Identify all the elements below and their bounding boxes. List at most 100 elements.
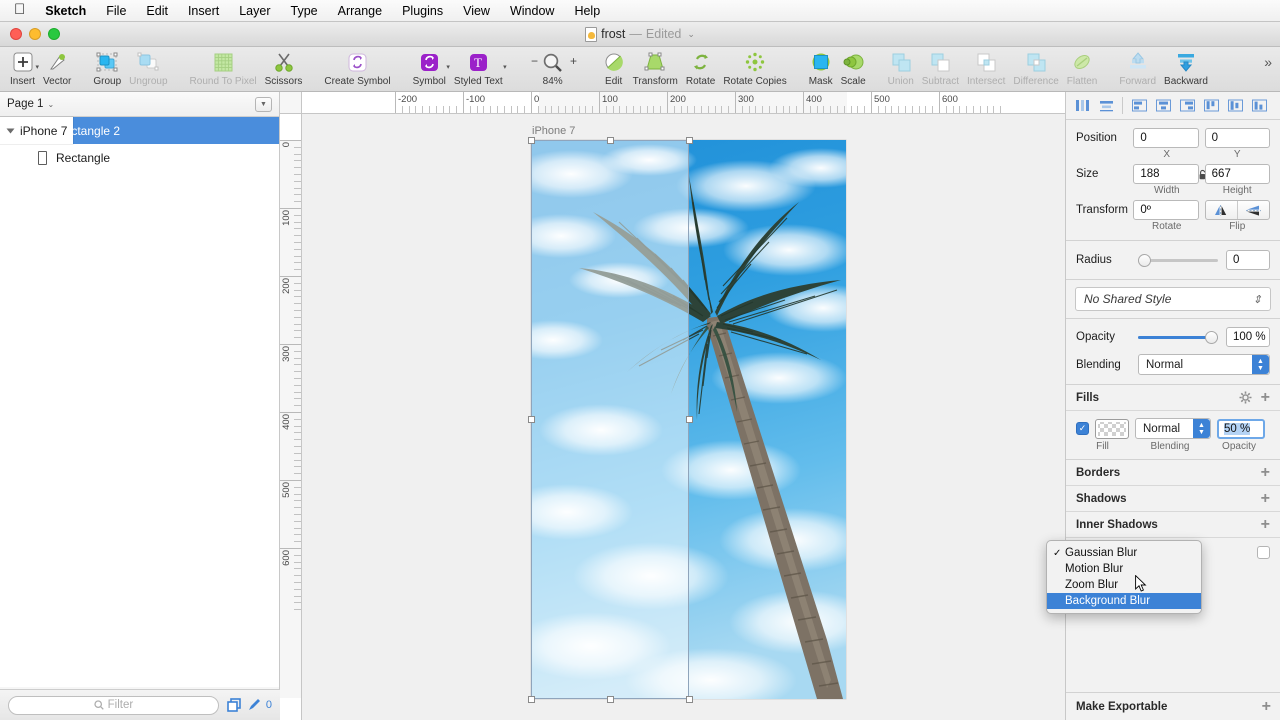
- resize-handle-bottom-left[interactable]: [528, 696, 535, 703]
- menu-item-plugins[interactable]: Plugins: [392, 0, 453, 22]
- apple-logo-icon[interactable]: : [10, 2, 35, 19]
- add-shadow-button[interactable]: +: [1261, 490, 1270, 506]
- resize-handle-top-right[interactable]: [686, 137, 693, 144]
- chevron-down-icon[interactable]: ▾: [503, 63, 507, 71]
- proportion-lock-icon[interactable]: [1199, 169, 1205, 180]
- size-width-input[interactable]: 188: [1133, 164, 1199, 184]
- tool-vector[interactable]: Vector: [39, 50, 75, 87]
- disclosure-triangle-icon[interactable]: [6, 128, 15, 133]
- tool-transform[interactable]: Transform: [629, 50, 682, 87]
- align-top-icon[interactable]: [1200, 96, 1222, 116]
- tool-mask[interactable]: Mask: [805, 50, 837, 87]
- tool-zoom[interactable]: − + 84%: [521, 50, 585, 87]
- align-distribute-vertical-icon[interactable]: [1095, 96, 1117, 116]
- flip-vertical-icon[interactable]: [1238, 201, 1269, 219]
- add-border-button[interactable]: +: [1261, 464, 1270, 480]
- make-exportable-section[interactable]: Make Exportable +: [1066, 692, 1280, 720]
- menu-item-file[interactable]: File: [96, 0, 136, 22]
- menu-item-sketch[interactable]: Sketch: [35, 0, 96, 22]
- tool-edit[interactable]: Edit: [599, 50, 629, 87]
- gear-icon[interactable]: [1239, 391, 1252, 404]
- duplicate-layers-icon[interactable]: [227, 698, 242, 712]
- menu-item-insert[interactable]: Insert: [178, 0, 229, 22]
- align-bottom-icon[interactable]: [1248, 96, 1270, 116]
- resize-handle-top-center[interactable]: [607, 137, 614, 144]
- menu-item-edit[interactable]: Edit: [136, 0, 178, 22]
- add-fill-button[interactable]: +: [1261, 389, 1270, 405]
- tool-scissors[interactable]: Scissors: [261, 50, 307, 87]
- menu-item-label: Motion Blur: [1065, 563, 1124, 575]
- menu-item-help[interactable]: Help: [564, 0, 610, 22]
- tool-scale[interactable]: Scale: [837, 50, 870, 87]
- resize-handle-middle-right[interactable]: [686, 416, 693, 423]
- stepper-icon[interactable]: ▲ ▼: [1252, 355, 1269, 374]
- page-menu-button[interactable]: ▼: [255, 96, 272, 112]
- menu-item-type[interactable]: Type: [281, 0, 328, 22]
- tool-subtract: Subtract: [918, 50, 963, 87]
- align-middle-vertical-icon[interactable]: [1224, 96, 1246, 116]
- toolbar-overflow-button[interactable]: »: [1264, 50, 1280, 70]
- menu-item-background-blur[interactable]: Background Blur: [1047, 593, 1201, 609]
- tool-symbol[interactable]: Symbol ▾: [409, 50, 450, 87]
- resize-handle-top-left[interactable]: [528, 137, 535, 144]
- layer-count: 0: [265, 699, 272, 711]
- fill-enabled-checkbox[interactable]: ✓: [1076, 422, 1089, 435]
- resize-handle-bottom-center[interactable]: [607, 696, 614, 703]
- blending-select[interactable]: Normal ▲ ▼: [1138, 354, 1270, 375]
- shadows-section-header[interactable]: Shadows +: [1066, 486, 1280, 512]
- menu-item-gaussian-blur[interactable]: ✓ Gaussian Blur: [1047, 545, 1201, 561]
- layer-row-rectangle[interactable]: Rectangle: [0, 144, 279, 171]
- size-height-input[interactable]: 667: [1204, 164, 1270, 184]
- tool-styled-text[interactable]: T Styled Text ▾: [450, 50, 507, 87]
- pencil-icon[interactable]: [247, 698, 261, 712]
- align-right-icon[interactable]: [1176, 96, 1198, 116]
- title-chevron-down-icon[interactable]: ⌄: [687, 29, 695, 40]
- horizontal-ruler[interactable]: -200 -100 0 100 200 300 400 500 600: [280, 92, 1065, 114]
- page-selector[interactable]: Page 1 ⌄: [7, 98, 54, 110]
- tool-rotate-copies[interactable]: Rotate Copies: [719, 50, 790, 87]
- opacity-slider[interactable]: [1138, 330, 1218, 344]
- shared-style-select[interactable]: No Shared Style ⇕: [1075, 287, 1271, 311]
- tool-insert[interactable]: Insert ▾: [6, 50, 39, 87]
- canvas-area[interactable]: -200 -100 0 100 200 300 400 500 600 0 100 200 300 40…: [280, 92, 1065, 720]
- menu-item-view[interactable]: View: [453, 0, 500, 22]
- add-export-button[interactable]: +: [1262, 698, 1271, 714]
- radius-slider[interactable]: [1138, 253, 1218, 267]
- menu-item-layer[interactable]: Layer: [229, 0, 280, 22]
- borders-section-header[interactable]: Borders +: [1066, 460, 1280, 486]
- menu-item-arrange[interactable]: Arrange: [328, 0, 392, 22]
- fill-color-swatch[interactable]: [1095, 418, 1129, 439]
- fill-blending-select[interactable]: Normal ▲ ▼: [1135, 418, 1211, 439]
- radius-input[interactable]: 0: [1226, 250, 1270, 270]
- menu-item-zoom-blur[interactable]: Zoom Blur: [1047, 577, 1201, 593]
- position-x-input[interactable]: 0: [1133, 128, 1199, 148]
- blur-enabled-checkbox[interactable]: [1257, 546, 1270, 559]
- vertical-ruler[interactable]: 0 100 200 300 400 500 600: [280, 114, 302, 720]
- fill-opacity-input[interactable]: 50 %: [1217, 418, 1265, 439]
- tool-rotate[interactable]: Rotate: [682, 50, 719, 87]
- tool-create-symbol[interactable]: Create Symbol: [320, 50, 394, 87]
- menu-item-label: Background Blur: [1065, 595, 1151, 607]
- position-x-sublabel: X: [1163, 149, 1171, 160]
- inner-shadows-section-header[interactable]: Inner Shadows +: [1066, 512, 1280, 538]
- align-left-icon[interactable]: [1128, 96, 1150, 116]
- stepper-icon[interactable]: ▲ ▼: [1193, 419, 1210, 438]
- zoom-icon: − +: [525, 50, 581, 74]
- opacity-input[interactable]: 100 %: [1226, 327, 1270, 347]
- tool-backward[interactable]: Backward: [1160, 50, 1212, 87]
- blur-type-dropdown-menu[interactable]: ✓ Gaussian Blur Motion Blur Zoom Blur Ba…: [1046, 540, 1202, 614]
- align-center-horizontal-icon[interactable]: [1152, 96, 1174, 116]
- menu-item-window[interactable]: Window: [500, 0, 564, 22]
- filter-input[interactable]: Filter: [8, 695, 219, 715]
- align-distribute-horizontal-icon[interactable]: [1071, 96, 1093, 116]
- resize-handle-bottom-right[interactable]: [686, 696, 693, 703]
- rotate-input[interactable]: 0º: [1133, 200, 1199, 220]
- resize-handle-middle-left[interactable]: [528, 416, 535, 423]
- flip-horizontal-icon[interactable]: [1206, 201, 1238, 219]
- menu-item-motion-blur[interactable]: Motion Blur: [1047, 561, 1201, 577]
- position-y-input[interactable]: 0: [1204, 128, 1271, 148]
- tool-group[interactable]: Group: [89, 50, 125, 87]
- add-inner-shadow-button[interactable]: +: [1261, 516, 1270, 532]
- layer-row-artboard[interactable]: iPhone 7: [0, 117, 74, 144]
- artboard-label[interactable]: iPhone 7: [532, 125, 575, 137]
